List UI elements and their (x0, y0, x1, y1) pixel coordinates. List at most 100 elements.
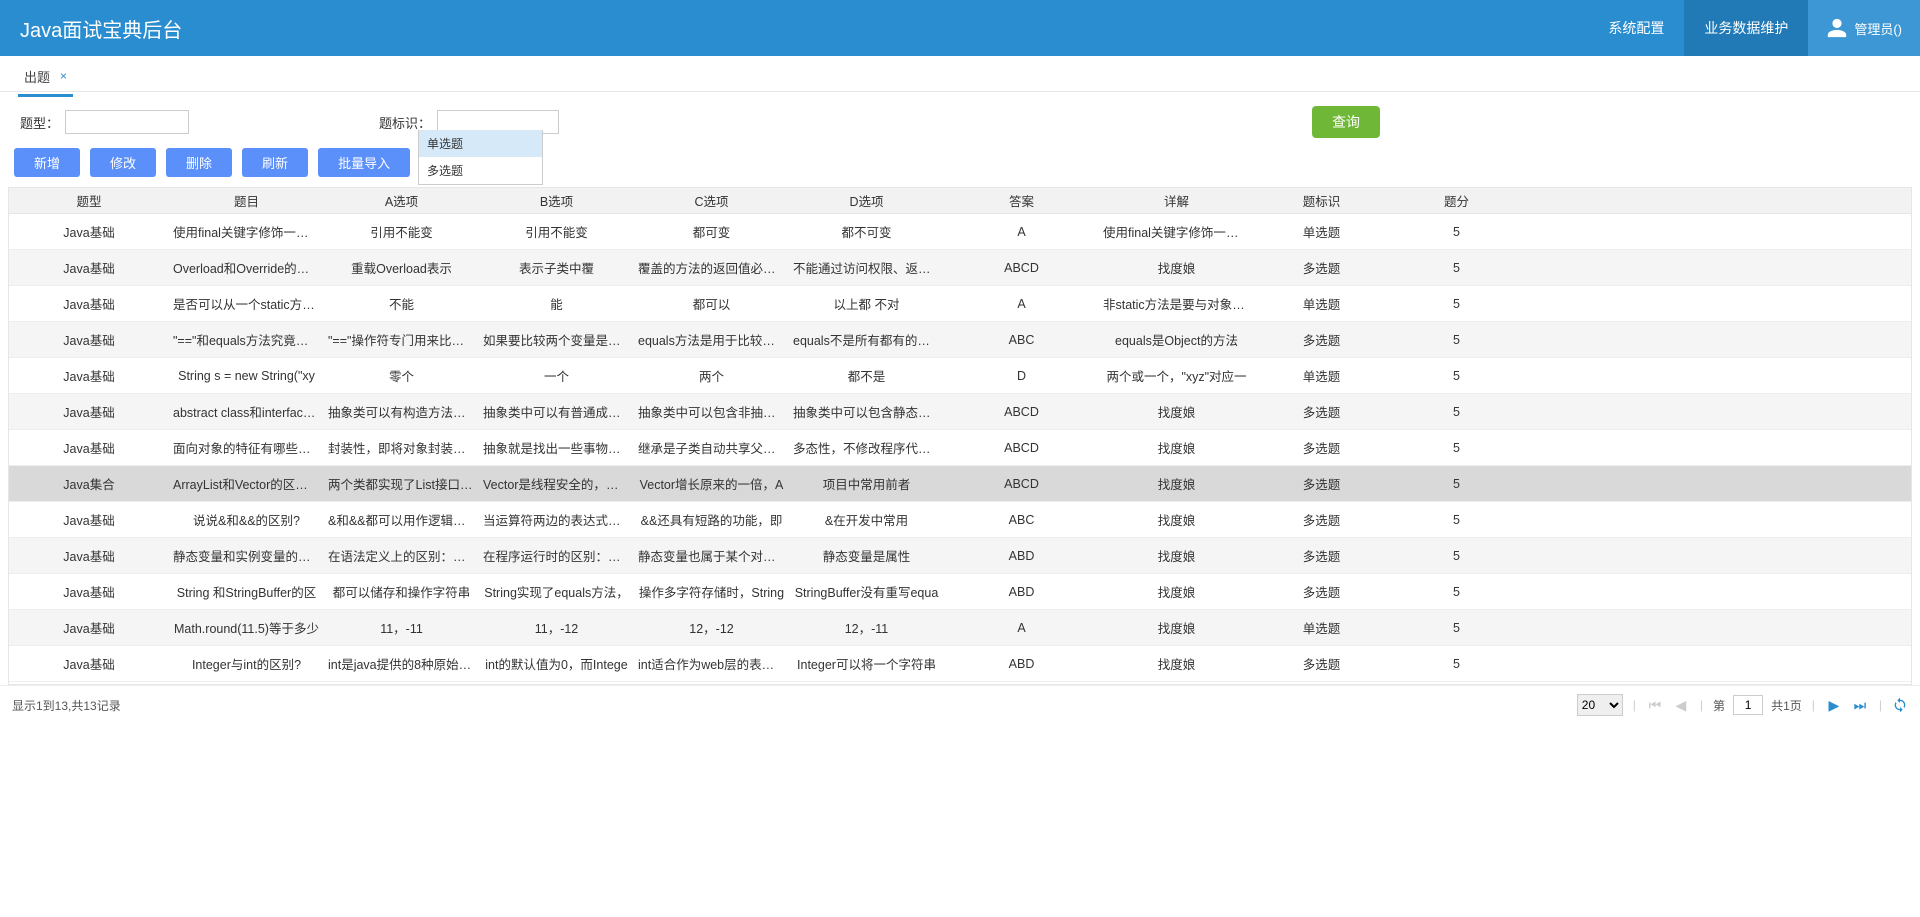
table-row[interactable]: Java基础使用final关键字修饰一个变引用不能变引用不能变都可变都不可变A使… (9, 214, 1911, 250)
table-cell: Java基础 (9, 294, 169, 313)
page-input[interactable] (1733, 695, 1763, 715)
separator: | (1810, 698, 1817, 712)
table-cell: &&还具有短路的功能，即 (634, 510, 789, 529)
table-cell: 如果要比较两个变量是否指 (479, 330, 634, 349)
table-cell: StringBuffer没有重写equa (789, 582, 944, 601)
column-header[interactable]: 题型 (9, 191, 169, 210)
table-cell: equals方法是用于比较两个 (634, 330, 789, 349)
table-cell: 两个 (634, 366, 789, 385)
topnav-business-data[interactable]: 业务数据维护 (1684, 0, 1808, 56)
tab-label: 出题 (24, 67, 50, 86)
suggest-item-single[interactable]: 单选题 (419, 130, 542, 157)
close-icon[interactable]: × (60, 69, 67, 83)
table-cell: 多选题 (1254, 330, 1389, 349)
delete-button[interactable]: 删除 (166, 148, 232, 177)
separator: | (1631, 698, 1638, 712)
table-row[interactable]: Java基础String 和StringBuffer的区都可以储存和操作字符串S… (9, 574, 1911, 610)
table-cell: &在开发中常用 (789, 510, 944, 529)
table-cell: 在语法定义上的区别：静态 (324, 546, 479, 565)
filter-tag-label: 题标识： (379, 113, 431, 132)
table-cell: equals不是所有都有的方法 (789, 330, 944, 349)
table-cell: Java基础 (9, 366, 169, 385)
suggest-dropdown: 单选题 多选题 (418, 130, 543, 185)
table-cell: 继承是子类自动共享父类数 (634, 438, 789, 457)
action-row: 新增 修改 删除 刷新 批量导入 (0, 148, 1920, 183)
table-cell: 两个或一个，"xyz"对应一 (1099, 366, 1254, 385)
table-row[interactable]: Java基础说说&和&&的区别?&和&&都可以用作逻辑与的当运算符两边的表达式的… (9, 502, 1911, 538)
page-label-suffix: 共1页 (1771, 697, 1802, 714)
reload-icon[interactable] (1892, 697, 1908, 713)
table-cell: Java基础 (9, 330, 169, 349)
table-footer: 显示1到13,共13记录 20 | ⏮ ◀ | 第 共1页 | ▶ ⏭ | (0, 685, 1920, 724)
table-row[interactable]: Java基础Math.round(11.5)等于多少11，-1111，-1212… (9, 610, 1911, 646)
table-cell: "=="和equals方法究竟有什 (169, 330, 324, 349)
column-header[interactable]: D选项 (789, 191, 944, 210)
table-cell: ABCD (944, 405, 1099, 419)
user-icon (1826, 17, 1848, 39)
import-button[interactable]: 批量导入 (318, 148, 410, 177)
table-row[interactable]: Java基础静态变量和实例变量的区别在语法定义上的区别：静态在程序运行时的区别：… (9, 538, 1911, 574)
table-cell: 多选题 (1254, 438, 1389, 457)
table-cell: A (944, 225, 1099, 239)
table-cell: &和&&都可以用作逻辑与的 (324, 510, 479, 529)
table-cell: 5 (1389, 369, 1524, 383)
topnav-system-config[interactable]: 系统配置 (1588, 0, 1684, 56)
last-page-icon[interactable]: ⏭ (1851, 697, 1869, 714)
next-page-icon[interactable]: ▶ (1825, 697, 1843, 714)
prev-page-icon[interactable]: ◀ (1672, 697, 1690, 714)
table-cell: 找度娘 (1099, 438, 1254, 457)
table-row[interactable]: Java基础Overload和Override的区别重载Overload表示表示… (9, 250, 1911, 286)
table-cell: Java集合 (9, 474, 169, 493)
table-cell: 多选题 (1254, 654, 1389, 673)
pagination: 20 | ⏮ ◀ | 第 共1页 | ▶ ⏭ | (1577, 694, 1908, 716)
add-button[interactable]: 新增 (14, 148, 80, 177)
column-header[interactable]: 题标识 (1254, 191, 1389, 210)
refresh-button[interactable]: 刷新 (242, 148, 308, 177)
table-row[interactable]: Java基础面向对象的特征有哪些方面封装性，即将对象封装成一抽象就是找出一些事物… (9, 430, 1911, 466)
table-cell: A (944, 297, 1099, 311)
table-row[interactable]: Java基础abstract class和interface的抽象类可以有构造方… (9, 394, 1911, 430)
table-cell: Java基础 (9, 438, 169, 457)
table-cell: 找度娘 (1099, 618, 1254, 637)
column-header[interactable]: 题目 (169, 191, 324, 210)
filter-row: 题型： 题标识： 单选题 多选题 查询 (0, 92, 1920, 148)
edit-button[interactable]: 修改 (90, 148, 156, 177)
table-cell: int的默认值为0，而Intege (479, 654, 634, 673)
column-header[interactable]: C选项 (634, 191, 789, 210)
table-cell: 多选题 (1254, 474, 1389, 493)
first-page-icon[interactable]: ⏮ (1646, 697, 1664, 714)
column-header[interactable]: 答案 (944, 191, 1099, 210)
table-cell: 不能通过访问权限、返回类 (789, 258, 944, 277)
table-cell: 引用不能变 (479, 222, 634, 241)
table-cell: 找度娘 (1099, 546, 1254, 565)
table-cell: Java基础 (9, 222, 169, 241)
table-cell: 5 (1389, 225, 1524, 239)
table-cell: 11，-11 (324, 618, 479, 637)
table-cell: 抽象类中可以包含静态方法 (789, 402, 944, 421)
column-header[interactable]: 题分 (1389, 191, 1524, 210)
table-cell: 抽象就是找出一些事物的相 (479, 438, 634, 457)
table-cell: Java基础 (9, 258, 169, 277)
column-header[interactable]: B选项 (479, 191, 634, 210)
table-cell: 5 (1389, 297, 1524, 311)
page-size-select[interactable]: 20 (1577, 694, 1623, 716)
table-row[interactable]: Java基础是否可以从一个static方法内不能能都可以以上都 不对A非stat… (9, 286, 1911, 322)
table-cell: ABC (944, 513, 1099, 527)
table-cell: Java基础 (9, 654, 169, 673)
column-header[interactable]: A选项 (324, 191, 479, 210)
table-row[interactable]: Java集合ArrayList和Vector的区别？两个类都实现了List接口，… (9, 466, 1911, 502)
table-cell: 5 (1389, 549, 1524, 563)
user-name: 管理员() (1854, 19, 1902, 38)
query-button[interactable]: 查询 (1312, 106, 1380, 138)
table-row[interactable]: Java基础String s = new String("xy零个一个两个都不是… (9, 358, 1911, 394)
column-header[interactable]: 详解 (1099, 191, 1254, 210)
suggest-item-multi[interactable]: 多选题 (419, 157, 542, 184)
table-cell: 当运算符两边的表达式的结 (479, 510, 634, 529)
filter-type-input[interactable] (65, 110, 189, 134)
table-cell: 以上都 不对 (789, 294, 944, 313)
table-body: Java基础使用final关键字修饰一个变引用不能变引用不能变都可变都不可变A使… (9, 214, 1911, 684)
topnav-user[interactable]: 管理员() (1808, 0, 1920, 56)
table-row[interactable]: Java基础Integer与int的区别?int是java提供的8种原始数据in… (9, 646, 1911, 682)
tabs-bar: 出题 × (0, 56, 1920, 92)
table-row[interactable]: Java基础"=="和equals方法究竟有什"=="操作符专门用来比较两如果要… (9, 322, 1911, 358)
